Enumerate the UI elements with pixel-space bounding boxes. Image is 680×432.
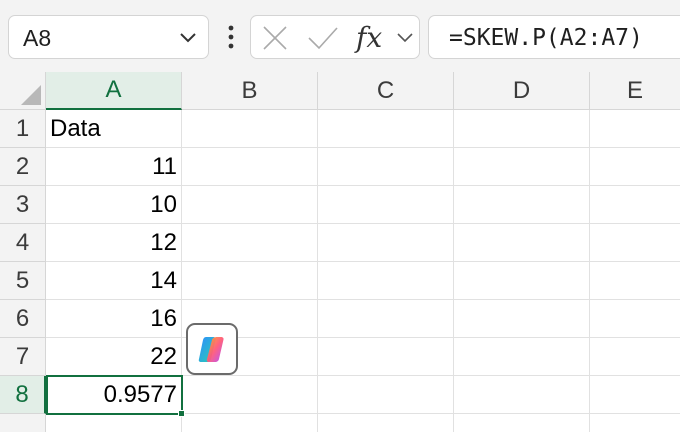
cell-c1[interactable] xyxy=(318,110,454,148)
select-all-corner[interactable] xyxy=(0,72,46,110)
column-header-e[interactable]: E xyxy=(590,72,680,110)
cell-e5[interactable] xyxy=(590,262,680,300)
column-header-c[interactable]: C xyxy=(318,72,454,110)
check-icon[interactable] xyxy=(307,25,339,51)
x-icon[interactable] xyxy=(262,25,288,51)
cell-b4[interactable] xyxy=(182,224,318,262)
row-header-4[interactable]: 4 xyxy=(0,224,46,262)
cell-e6[interactable] xyxy=(590,300,680,338)
chevron-down-icon[interactable] xyxy=(178,29,198,47)
cell-e3[interactable] xyxy=(590,186,680,224)
cell-b1[interactable] xyxy=(182,110,318,148)
cell-e7[interactable] xyxy=(590,338,680,376)
cell-a2[interactable]: 11 xyxy=(46,148,182,186)
cell-e9[interactable] xyxy=(590,414,680,432)
fill-handle[interactable] xyxy=(178,410,185,417)
formula-text: =SKEW.P(A2:A7) xyxy=(449,25,643,51)
name-box[interactable]: A8 xyxy=(8,15,209,59)
row-header-5[interactable]: 5 xyxy=(0,262,46,300)
cell-a9[interactable] xyxy=(46,414,182,432)
kebab-icon[interactable] xyxy=(222,22,240,52)
formula-bar: A8 fx =SKEW.P(A2:A7) xyxy=(0,0,680,72)
cell-d5[interactable] xyxy=(454,262,590,300)
cell-d6[interactable] xyxy=(454,300,590,338)
copilot-button[interactable] xyxy=(186,323,238,375)
cell-c8[interactable] xyxy=(318,376,454,414)
cell-e4[interactable] xyxy=(590,224,680,262)
cell-e2[interactable] xyxy=(590,148,680,186)
row-header-7[interactable]: 7 xyxy=(0,338,46,376)
cell-d9[interactable] xyxy=(454,414,590,432)
cell-b3[interactable] xyxy=(182,186,318,224)
formula-input[interactable]: =SKEW.P(A2:A7) xyxy=(428,15,680,59)
column-header-d[interactable]: D xyxy=(454,72,590,110)
active-cell-border xyxy=(46,375,183,415)
cell-c2[interactable] xyxy=(318,148,454,186)
column-header-a[interactable]: A xyxy=(46,72,182,110)
cell-d3[interactable] xyxy=(454,186,590,224)
row-header-3[interactable]: 3 xyxy=(0,186,46,224)
row-header-6[interactable]: 6 xyxy=(0,300,46,338)
name-box-value: A8 xyxy=(23,25,52,51)
cell-a7[interactable]: 22 xyxy=(46,338,182,376)
cell-d4[interactable] xyxy=(454,224,590,262)
cell-a1[interactable]: Data xyxy=(46,110,182,148)
cell-c5[interactable] xyxy=(318,262,454,300)
copilot-icon xyxy=(198,337,224,362)
cell-b9[interactable] xyxy=(182,414,318,432)
spreadsheet-grid: A B C D E 1 2 3 4 5 6 7 8 Data 11 10 12 … xyxy=(0,72,680,432)
cell-b2[interactable] xyxy=(182,148,318,186)
row-header-8[interactable]: 8 xyxy=(0,376,46,414)
select-all-triangle-icon xyxy=(21,85,41,105)
cell-c9[interactable] xyxy=(318,414,454,432)
column-header-b[interactable]: B xyxy=(182,72,318,110)
cell-d8[interactable] xyxy=(454,376,590,414)
cell-c7[interactable] xyxy=(318,338,454,376)
cell-a6[interactable]: 16 xyxy=(46,300,182,338)
row-header-1[interactable]: 1 xyxy=(0,110,46,148)
cell-d7[interactable] xyxy=(454,338,590,376)
cell-a4[interactable]: 12 xyxy=(46,224,182,262)
fx-icon[interactable]: fx xyxy=(356,21,382,54)
cell-a5[interactable]: 14 xyxy=(46,262,182,300)
row-header-9[interactable] xyxy=(0,414,46,432)
row-header-2[interactable]: 2 xyxy=(0,148,46,186)
cell-b5[interactable] xyxy=(182,262,318,300)
formula-actions: fx xyxy=(250,15,420,59)
cell-d1[interactable] xyxy=(454,110,590,148)
cell-d2[interactable] xyxy=(454,148,590,186)
chevron-down-icon[interactable] xyxy=(396,30,414,46)
cell-e1[interactable] xyxy=(590,110,680,148)
cell-a3[interactable]: 10 xyxy=(46,186,182,224)
cell-c6[interactable] xyxy=(318,300,454,338)
cell-e8[interactable] xyxy=(590,376,680,414)
cell-b8[interactable] xyxy=(182,376,318,414)
cell-c3[interactable] xyxy=(318,186,454,224)
cell-c4[interactable] xyxy=(318,224,454,262)
